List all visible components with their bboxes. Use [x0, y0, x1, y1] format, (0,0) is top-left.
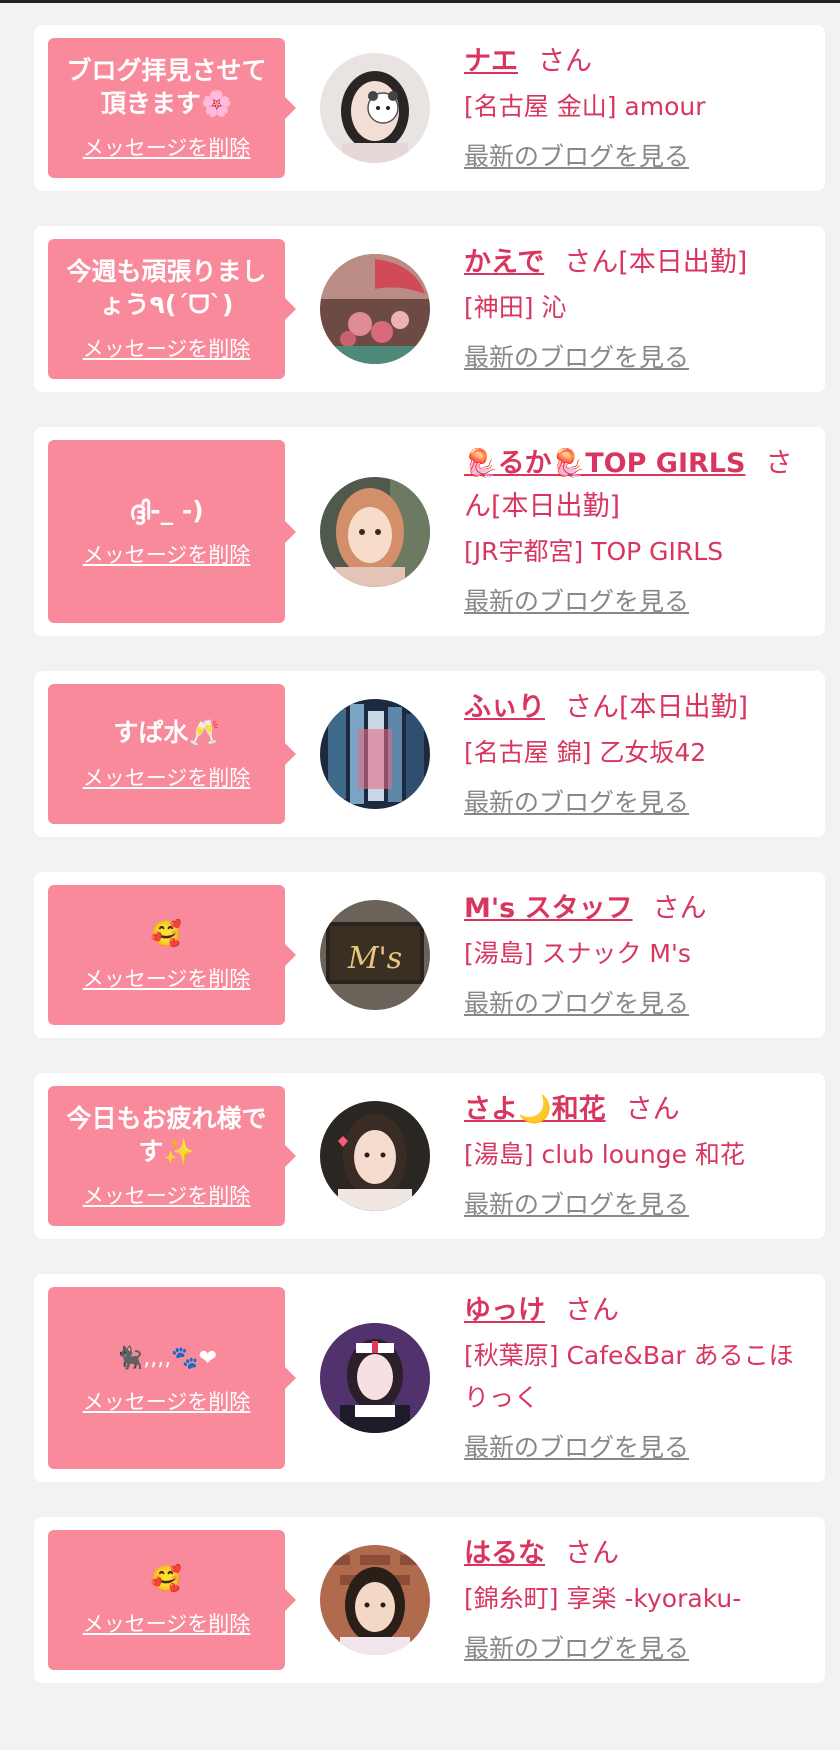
message-bubble: ブログ拝見させて頂きます🌸 メッセージを削除	[48, 38, 285, 178]
message-text: ദ്ദി-_ -)	[129, 495, 204, 525]
shop-label: [JR宇都宮] TOP GIRLS	[464, 537, 724, 566]
message-emoji: 🥰	[150, 1564, 183, 1594]
avatar[interactable]	[320, 1545, 430, 1655]
message-text: 今週も頑張りましょう٩(ˊᗜˋ)	[66, 256, 267, 319]
entry-info: ふぃり さん[本日出勤] [名古屋 錦] 乙女坂42 最新のブログを見る	[464, 671, 825, 837]
shop-label: [湯島] スナック M's	[464, 939, 691, 968]
message-emoji: 🐈‍⬛,,,,🐾❤	[115, 1346, 218, 1372]
avatar[interactable]	[320, 1101, 430, 1211]
list-item: ദ്ദി-_ -) メッセージを削除 🪼るか🪼TOP GIRLS さん[本日出勤]…	[34, 427, 825, 636]
name-link[interactable]: かえで	[464, 247, 544, 278]
list-item: 今週も頑張りましょう٩(ˊᗜˋ) メッセージを削除 かえで さん[本日出勤] [神…	[34, 226, 825, 392]
message-text: 今日もお疲れ様です✨	[66, 1103, 267, 1166]
list-item: ブログ拝見させて頂きます🌸 メッセージを削除 ナエ さん [名古屋 金山] amo…	[34, 25, 825, 191]
latest-blog-link[interactable]: 最新のブログを見る	[464, 1430, 689, 1466]
shop-label: [神田] 沁	[464, 293, 567, 322]
message-bubble: 🥰 メッセージを削除	[48, 1530, 285, 1670]
honorific: さん	[564, 247, 619, 278]
list-item: 今日もお疲れ様です✨ メッセージを削除 さよ🌙和花 さん [湯島] club lo…	[34, 1073, 825, 1239]
entry-info: かえで さん[本日出勤] [神田] 沁 最新のブログを見る	[464, 226, 825, 392]
list-item: 🥰 メッセージを削除 はるな さん [錦糸町] 享楽 -kyoraku- 最新のブ…	[34, 1517, 825, 1683]
latest-blog-link[interactable]: 最新のブログを見る	[464, 139, 689, 175]
latest-blog-link[interactable]: 最新のブログを見る	[464, 340, 689, 376]
entry-info: ナエ さん [名古屋 金山] amour 最新のブログを見る	[464, 25, 825, 191]
message-text: 🥰	[151, 1562, 182, 1595]
delete-message-link[interactable]: メッセージを削除	[83, 1386, 251, 1416]
delete-message-link[interactable]: メッセージを削除	[83, 963, 251, 993]
message-bubble: 🐈‍⬛,,,,🐾❤ メッセージを削除	[48, 1287, 285, 1469]
honorific: さん	[625, 1094, 680, 1125]
latest-blog-link[interactable]: 最新のブログを見る	[464, 986, 689, 1022]
avatar[interactable]	[320, 254, 430, 364]
message-bubble: 今週も頑張りましょう٩(ˊᗜˋ) メッセージを削除	[48, 239, 285, 379]
entry-info: 🪼るか🪼TOP GIRLS さん[本日出勤] [JR宇都宮] TOP GIRLS …	[464, 427, 825, 636]
status-badge: [本日出勤]	[619, 692, 749, 723]
name-link[interactable]: ゆっけ	[464, 1295, 545, 1326]
shop-label: [名古屋 錦] 乙女坂42	[464, 738, 707, 767]
delete-message-link[interactable]: メッセージを削除	[83, 762, 251, 792]
message-bubble: 🥰 メッセージを削除	[48, 885, 285, 1025]
shop-label: [湯島] club lounge 和花	[464, 1140, 745, 1169]
message-text: すぱ水🥂	[113, 718, 220, 748]
honorific: さん	[565, 1295, 619, 1326]
honorific: さん	[565, 692, 619, 723]
avatar[interactable]	[320, 53, 430, 163]
latest-blog-link[interactable]: 最新のブログを見る	[464, 1187, 689, 1223]
name-link[interactable]: ナエ	[464, 46, 518, 77]
entry-info: はるな さん [錦糸町] 享楽 -kyoraku- 最新のブログを見る	[464, 1517, 825, 1683]
message-emoji: ✨	[163, 1137, 195, 1166]
latest-blog-link[interactable]: 最新のブログを見る	[464, 1631, 689, 1667]
shop-label: [錦糸町] 享楽 -kyoraku-	[464, 1584, 742, 1613]
honorific: さん	[565, 1538, 619, 1569]
latest-blog-link[interactable]: 最新のブログを見る	[464, 584, 689, 620]
name-link[interactable]: ふぃり	[464, 692, 545, 723]
message-emoji: 🌸	[200, 89, 233, 118]
honorific: さん	[652, 893, 707, 924]
avatar[interactable]: M's	[320, 900, 430, 1010]
status-badge: [本日出勤]	[618, 247, 748, 278]
message-bubble: ദ്ദി-_ -) メッセージを削除	[48, 440, 285, 623]
message-bubble: 今日もお疲れ様です✨ メッセージを削除	[48, 1086, 285, 1226]
entry-info: M's スタッフ さん [湯島] スナック M's 最新のブログを見る	[464, 872, 825, 1038]
shop-label: [秋葉原] Cafe&Bar あるこほりっく	[464, 1341, 794, 1412]
delete-message-link[interactable]: メッセージを削除	[83, 1608, 251, 1638]
list-item: 🥰 メッセージを削除 M's M's スタッフ さん [湯島] スナック M's …	[34, 872, 825, 1038]
delete-message-link[interactable]: メッセージを削除	[83, 1180, 251, 1210]
avatar[interactable]	[320, 1323, 430, 1433]
honorific: さん	[538, 46, 592, 77]
delete-message-link[interactable]: メッセージを削除	[83, 333, 251, 363]
avatar[interactable]	[320, 476, 430, 587]
message-emoji: 🥂	[188, 718, 220, 748]
latest-blog-link[interactable]: 最新のブログを見る	[464, 785, 689, 821]
list-item: すぱ水🥂 メッセージを削除 ふぃり さん[本日出勤] [名古屋 錦] 乙女坂42 …	[34, 671, 825, 837]
entry-info: ゆっけ さん [秋葉原] Cafe&Bar あるこほりっく 最新のブログを見る	[464, 1274, 825, 1482]
svg-text:M's: M's	[347, 941, 402, 976]
delete-message-link[interactable]: メッセージを削除	[83, 132, 251, 162]
message-text: 🐈‍⬛,,,,🐾❤	[116, 1340, 217, 1373]
message-text: 🥰	[151, 917, 182, 950]
top-divider	[0, 0, 840, 3]
message-bubble: すぱ水🥂 メッセージを削除	[48, 684, 285, 824]
status-badge: [本日出勤]	[491, 491, 621, 522]
name-link[interactable]: はるな	[464, 1538, 545, 1569]
shop-label: [名古屋 金山] amour	[464, 92, 706, 121]
message-emoji: 🥰	[150, 919, 183, 949]
entry-info: さよ🌙和花 さん [湯島] club lounge 和花 最新のブログを見る	[464, 1073, 825, 1239]
avatar[interactable]	[320, 699, 430, 809]
list-item: 🐈‍⬛,,,,🐾❤ メッセージを削除 ゆっけ さん [秋葉原] Cafe&Bar …	[34, 1274, 825, 1482]
name-link[interactable]: M's スタッフ	[464, 893, 633, 924]
name-link[interactable]: さよ🌙和花	[464, 1094, 606, 1125]
message-list: ブログ拝見させて頂きます🌸 メッセージを削除 ナエ さん [名古屋 金山] amo…	[34, 25, 825, 1718]
message-text: ブログ拝見させて頂きます🌸	[66, 55, 267, 118]
delete-message-link[interactable]: メッセージを削除	[83, 539, 251, 569]
name-link[interactable]: 🪼るか🪼TOP GIRLS	[464, 448, 745, 479]
